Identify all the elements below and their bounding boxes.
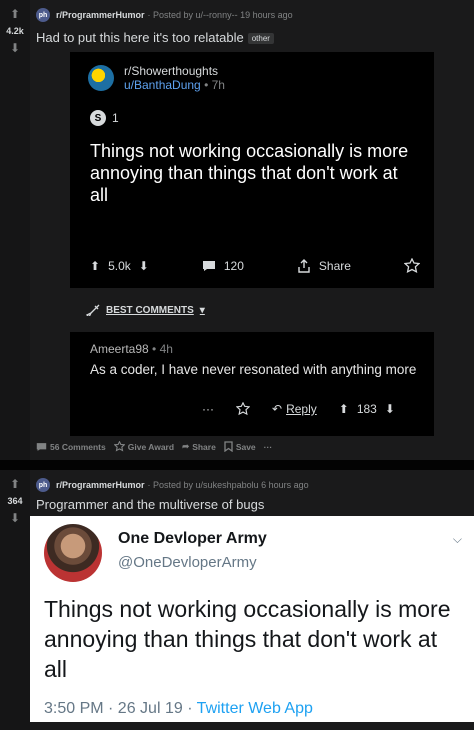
tweet-meta: 3:50 PM · 26 Jul 19 · Twitter Web App [44,700,313,718]
post-footer: 56 Comments Give Award ➦ Share Save ··· [36,441,272,452]
tweet-text: Things not working occasionally is more … [44,596,451,682]
upvote-icon: ⬆ [90,259,101,273]
screenshot-share: Share [318,259,351,273]
comment-author: Ameerta98 [90,342,149,356]
share-arrow-icon: ➦ [182,441,190,451]
rocket-icon [86,304,100,316]
screenshot-subreddit: r/Showerthoughts [124,64,219,78]
screenshot-time: • 7h [200,78,225,92]
reddit-post-1: ⬆ 4.2k ⬇ ph r/ProgrammerHumor · Posted b… [0,0,474,468]
vote-column: ⬆ 364 ⬇ [0,470,30,730]
avatar [44,524,102,582]
subreddit-avatar [88,65,114,91]
best-comments-bar: BEST COMMENTS ▾ [70,288,434,332]
share-label: Share [192,441,216,452]
subreddit-icon[interactable]: ph [36,8,50,22]
best-comments-label: BEST COMMENTS [106,304,194,316]
comment-actions: ··· ↶ Reply ⬆ 183 ⬇ [202,402,395,416]
subreddit-icon[interactable]: ph [36,478,50,492]
tweet-time: 3:50 PM · 26 Jul 19 · [44,700,197,717]
vote-column: ⬆ 4.2k ⬇ [0,0,30,468]
save-button[interactable]: Save [224,441,256,452]
comment-icon [202,261,215,271]
screenshot-comment-count: 120 [223,259,244,273]
award-icon [403,258,420,274]
downvote-icon: ⬇ [384,402,395,416]
reply-icon: ↶ [272,402,283,416]
posted-by: · Posted by u/--ronny-- 19 hours ago [147,10,293,20]
comment-more: ··· [202,402,214,416]
post-meta: ph r/ProgrammerHumor · Posted by u/sukes… [36,478,309,492]
downvote-icon[interactable]: ⬇ [10,512,20,524]
award-row: S 1 [90,110,119,126]
comment-icon [36,442,47,451]
comment-reply: Reply [286,402,317,416]
subreddit-link[interactable]: r/ProgrammerHumor [56,480,145,490]
screenshot-upvotes: 5.0k [108,259,131,273]
save-label: Save [235,441,256,452]
embedded-tweet: One Devloper Army @OneDevloperArmy ⌵ Thi… [30,516,474,722]
subreddit-link[interactable]: r/ProgrammerHumor [56,10,145,20]
give-award-button[interactable]: Give Award [113,441,175,452]
post-score: 4.2k [6,26,24,36]
chevron-down-icon: ▾ [199,304,205,316]
post-divider [0,460,474,470]
tweet-handle: @OneDevloperArmy [118,554,257,571]
reddit-post-2: ⬆ 364 ⬇ ph r/ProgrammerHumor · Posted by… [0,470,474,730]
post-meta: ph r/ProgrammerHumor · Posted by u/--ron… [36,8,293,22]
screenshot-actions: ⬆ 5.0k ⬇ 120 Share [90,258,420,274]
award-icon [113,441,125,452]
tweet-author-name: One Devloper Army [118,530,267,547]
post-score: 364 [7,496,23,506]
silver-award-icon: S [90,110,106,126]
award-count: 1 [112,111,119,125]
share-icon [298,259,310,273]
downvote-icon[interactable]: ⬇ [10,42,20,54]
screenshot-user: u/BanthaDung [124,78,201,92]
bookmark-icon [224,441,233,452]
post-title[interactable]: Programmer and the multiverse of bugs [36,497,264,512]
posted-by: · Posted by u/sukeshpabolu 6 hours ago [147,480,309,490]
comment-score: 183 [356,402,377,416]
screenshot-header: r/Showerthoughts u/BanthaDung • 7h [88,64,225,92]
screenshot-title: Things not working occasionally is more … [90,141,409,205]
tweet-source: Twitter Web App [196,700,313,717]
more-options-button[interactable]: ··· [264,442,273,452]
upvote-icon[interactable]: ⬆ [10,478,20,490]
award-icon [236,402,250,416]
embedded-screenshot: r/Showerthoughts u/BanthaDung • 7h S 1 T… [70,52,434,436]
comment-body: As a coder, I have never resonated with … [90,362,417,377]
comments-button[interactable]: 56 Comments [36,442,106,452]
comments-count: 56 Comments [50,441,106,452]
upvote-icon: ⬆ [338,402,349,416]
post-title[interactable]: Had to put this here it's too relatable o… [36,30,274,45]
post-flair: other [247,33,274,45]
give-award-label: Give Award [127,441,175,452]
comment-time: • 4h [148,342,173,356]
post-title-text: Had to put this here it's too relatable [36,30,244,45]
upvote-icon[interactable]: ⬆ [10,8,20,20]
chevron-down-icon: ⌵ [452,532,462,546]
downvote-icon: ⬇ [138,259,149,273]
share-button[interactable]: ➦ Share [182,441,216,452]
